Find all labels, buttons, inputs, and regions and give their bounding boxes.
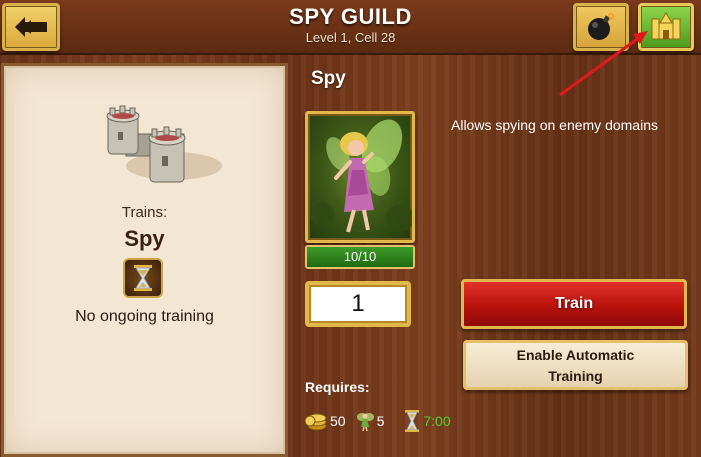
castle-home-icon <box>651 12 681 40</box>
train-quantity-input[interactable]: 1 <box>305 281 411 327</box>
unit-count-text: 10/10 <box>343 249 377 264</box>
trains-label: Trains: <box>121 204 168 221</box>
gold-coins-icon <box>305 413 327 431</box>
training-time-value: 7:00 <box>423 413 451 429</box>
enable-automatic-training-button[interactable]: Enable Automatic Training <box>463 340 688 390</box>
fairy-spy-portrait <box>310 119 412 233</box>
hourglass-icon <box>134 265 152 291</box>
requirements-row: 50 5 7:00 <box>305 410 461 432</box>
hourglass-time-icon <box>405 410 420 432</box>
training-time: 7:00 <box>404 410 451 432</box>
unit-title: Spy <box>311 68 346 89</box>
gold-cost-value: 50 <box>330 413 346 429</box>
train-button[interactable]: Train <box>461 279 687 329</box>
requires-label: Requires: <box>305 379 370 395</box>
bomb-icon <box>588 13 614 40</box>
population-cost-value: 5 <box>376 413 385 429</box>
training-status-badge <box>123 258 163 298</box>
population-cost: 5 <box>356 411 385 431</box>
bomb-button[interactable] <box>573 3 629 51</box>
trained-unit-name: Spy <box>124 226 165 251</box>
spy-guild-building-icon <box>106 105 222 183</box>
header-bar: SPY GUILD Level 1, Cell 28 <box>0 0 701 55</box>
unit-portrait <box>305 111 415 243</box>
building-info-panel: Trains: Spy No ongoing training <box>1 63 288 457</box>
unit-count-bar: 10/10 <box>305 245 415 269</box>
training-status-text: No ongoing training <box>75 308 214 325</box>
auto-training-label-line1: Enable Automatic <box>516 347 635 363</box>
home-castle-button[interactable] <box>638 3 694 51</box>
unit-description: Allows spying on enemy domains <box>451 117 658 133</box>
gold-cost: 50 <box>305 411 346 431</box>
auto-training-label-line2: Training <box>548 368 603 384</box>
fairy-population-icon <box>356 413 374 431</box>
